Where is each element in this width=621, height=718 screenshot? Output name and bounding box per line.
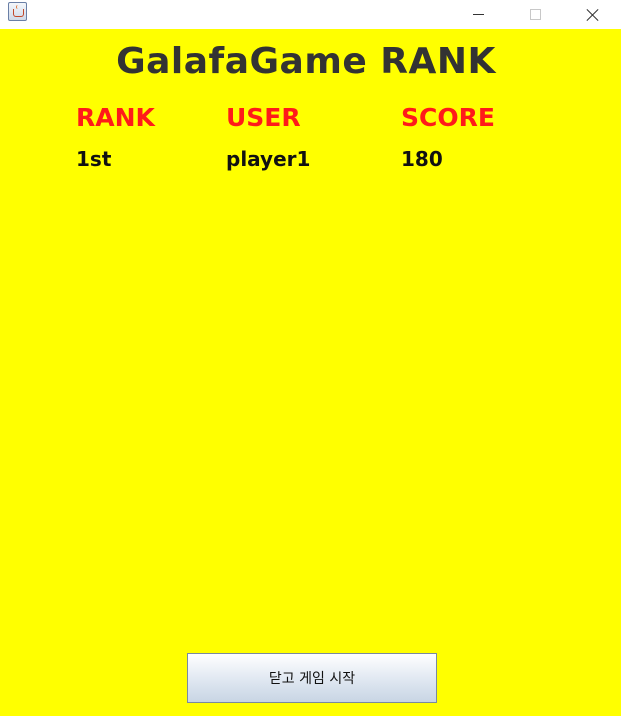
user-cell: player1 xyxy=(226,147,311,171)
java-cup-icon xyxy=(8,2,27,21)
maximize-button[interactable] xyxy=(512,0,558,29)
page-title: GalafaGame RANK xyxy=(116,41,496,82)
maximize-icon xyxy=(529,9,541,20)
score-cell: 180 xyxy=(401,147,443,171)
rank-cell: 1st xyxy=(76,147,112,171)
minimize-button[interactable] xyxy=(455,0,501,29)
close-button[interactable] xyxy=(570,0,616,29)
minimize-icon xyxy=(472,14,484,15)
close-and-start-button[interactable]: 닫고 게임 시작 xyxy=(187,653,437,703)
column-header-rank: RANK xyxy=(76,103,155,132)
column-header-user: USER xyxy=(226,103,301,132)
close-icon xyxy=(587,9,599,21)
window-titlebar xyxy=(0,0,621,29)
column-header-score: SCORE xyxy=(401,103,495,132)
rank-panel: GalafaGame RANK RANK USER SCORE 1st play… xyxy=(0,29,621,716)
